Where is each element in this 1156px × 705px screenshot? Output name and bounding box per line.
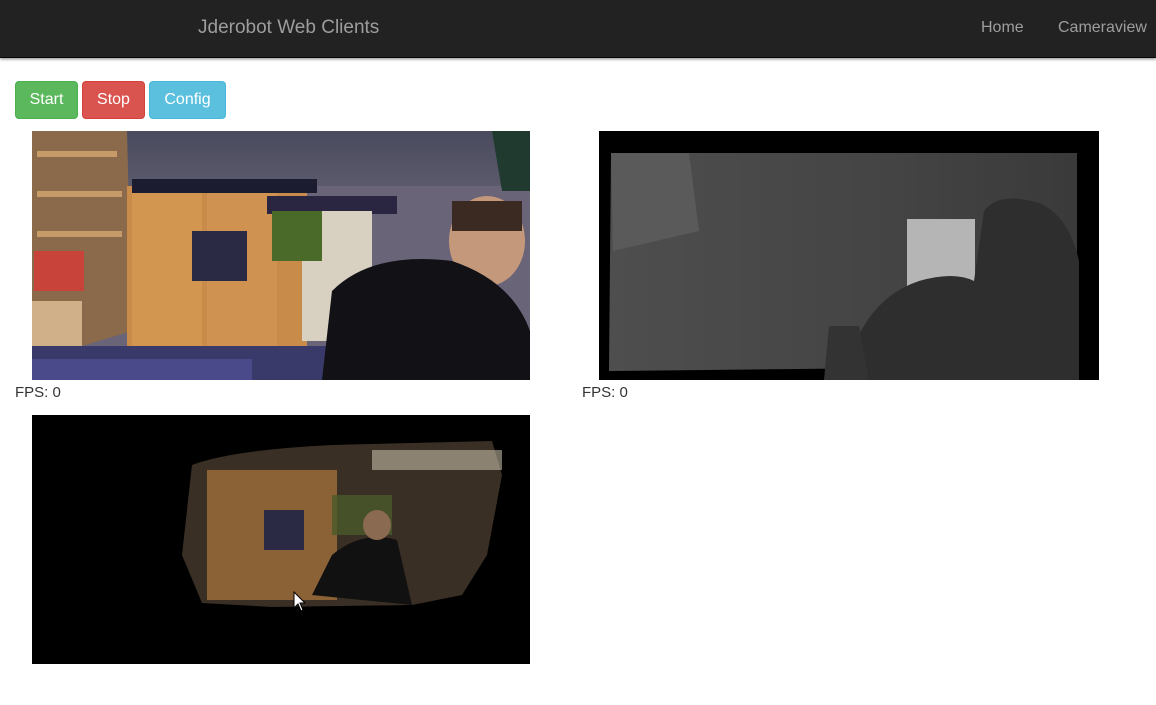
rgb-fps-label: FPS: 0 xyxy=(15,384,61,401)
depth-camera-view xyxy=(599,131,1099,380)
depth-fps-label: FPS: 0 xyxy=(582,384,628,401)
brand-link[interactable]: Jderobot Web Clients xyxy=(198,17,379,39)
rgb-camera-view xyxy=(32,131,530,380)
mouse-cursor-icon xyxy=(293,591,307,612)
nav-cameraview-link[interactable]: Cameraview xyxy=(1058,19,1147,37)
nav-home-link[interactable]: Home xyxy=(981,19,1024,37)
stop-button[interactable]: Stop xyxy=(82,81,145,119)
point-cloud-view[interactable] xyxy=(32,415,530,664)
navbar: Jderobot Web Clients Home Cameraview xyxy=(0,0,1156,58)
start-button[interactable]: Start xyxy=(15,81,78,119)
config-button[interactable]: Config xyxy=(149,81,226,119)
